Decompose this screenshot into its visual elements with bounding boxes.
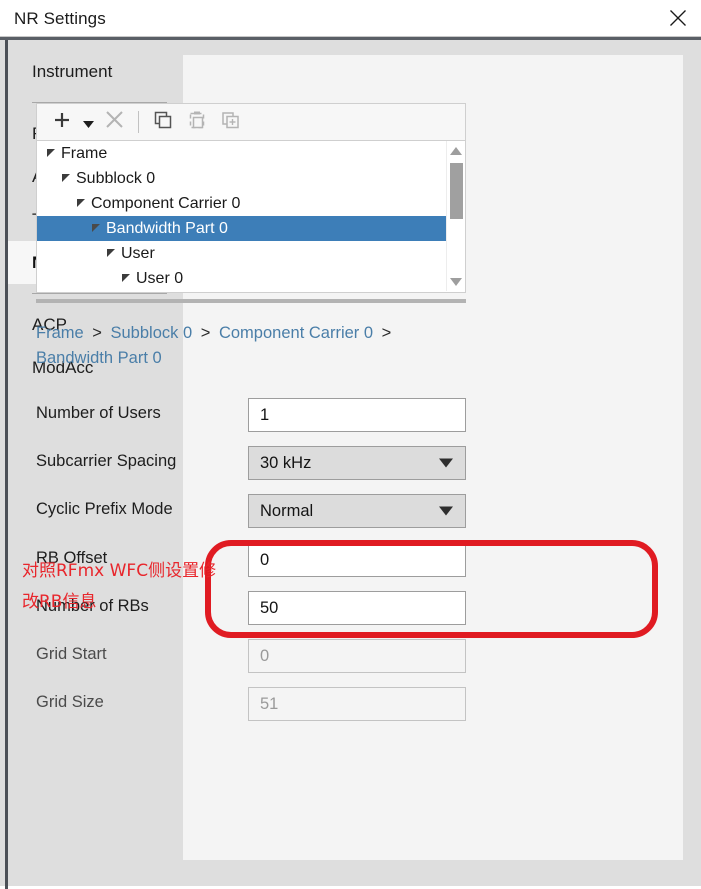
duplicate-button — [214, 106, 248, 138]
window-body: Instrument Frequency Amplitude Trigger N… — [0, 37, 701, 889]
breadcrumb-item-subblock[interactable]: Subblock 0 — [111, 324, 193, 342]
grid-size-input: 51 — [248, 687, 466, 721]
annotation-text: 对照RFmx WFC侧设置修改RB信息 — [22, 561, 217, 612]
sidebar-divider-2 — [32, 293, 167, 294]
window-title: NR Settings — [14, 9, 106, 28]
tree-node-bandwidth-part-0[interactable]: Bandwidth Part 0 — [37, 216, 465, 241]
field-label: Number of Users — [36, 404, 161, 422]
tree-bottom-divider — [36, 299, 466, 303]
form-row-cyclic-prefix-mode: Cyclic Prefix Mode Normal — [36, 494, 466, 528]
scroll-down-button[interactable] — [447, 272, 465, 291]
expander-triangle-icon[interactable] — [75, 199, 88, 208]
number-of-users-input[interactable]: 1 — [248, 398, 466, 432]
close-icon — [669, 9, 687, 27]
add-dropdown-button[interactable] — [79, 106, 97, 138]
breadcrumb-separator: > — [381, 324, 392, 342]
expander-triangle-icon[interactable] — [45, 149, 58, 158]
tree-node-user-0[interactable]: User 0 — [37, 266, 465, 291]
configuration-tree[interactable]: Frame Subblock 0 Component Carrier 0 Ban… — [36, 141, 466, 293]
tree-scrollbar-thumb[interactable] — [450, 163, 463, 219]
tree-node-label: Subblock 0 — [76, 169, 156, 187]
delete-button — [97, 106, 131, 138]
tree-node-label: User 0 — [136, 269, 184, 287]
expander-triangle-icon[interactable] — [120, 274, 133, 283]
sidebar-item-label: Instrument — [32, 61, 113, 81]
expander-triangle-icon[interactable] — [90, 224, 103, 233]
tree-toolbar — [36, 103, 466, 141]
add-button[interactable] — [45, 106, 79, 138]
form-row-grid-size: Grid Size 51 — [36, 687, 466, 721]
field-label: Grid Start — [36, 645, 107, 663]
breadcrumb-item-bandwidth-part[interactable]: Bandwidth Part 0 — [36, 349, 162, 367]
copy-button[interactable] — [146, 106, 180, 138]
chevron-down-icon — [439, 506, 453, 516]
rb-offset-input[interactable]: 0 — [248, 543, 466, 577]
tree-node-label: Component Carrier 0 — [91, 194, 241, 212]
grid-start-input: 0 — [248, 639, 466, 673]
form-row-grid-start: Grid Start 0 — [36, 639, 466, 673]
duplicate-icon — [220, 109, 242, 136]
cyclic-prefix-mode-value: Normal — [260, 501, 314, 520]
breadcrumb: Frame > Subblock 0 > Component Carrier 0… — [36, 321, 466, 371]
tree-node-label: User — [121, 244, 155, 262]
breadcrumb-item-component-carrier[interactable]: Component Carrier 0 — [219, 324, 373, 342]
form-row-subcarrier-spacing: Subcarrier Spacing 30 kHz — [36, 446, 466, 480]
number-of-rbs-input[interactable]: 50 — [248, 591, 466, 625]
tree-node-frame[interactable]: Frame — [37, 141, 465, 166]
chevron-down-icon — [82, 111, 94, 133]
form-row-number-of-users: Number of Users 1 — [36, 398, 466, 432]
paste-button — [180, 106, 214, 138]
expander-triangle-icon[interactable] — [60, 174, 73, 183]
sidebar-item-instrument[interactable]: Instrument — [8, 50, 183, 93]
breadcrumb-separator: > — [200, 324, 211, 342]
title-bar: NR Settings — [0, 0, 701, 37]
scroll-down-arrow-icon — [450, 273, 462, 291]
tree-node-subblock-0[interactable]: Subblock 0 — [37, 166, 465, 191]
field-label: Cyclic Prefix Mode — [36, 500, 173, 518]
tree-node-label: Frame — [61, 144, 108, 162]
field-label: Grid Size — [36, 693, 104, 711]
expander-triangle-icon[interactable] — [105, 249, 118, 258]
cyclic-prefix-mode-select[interactable]: Normal — [248, 494, 466, 528]
tree-node-user[interactable]: User — [37, 241, 465, 266]
breadcrumb-item-frame[interactable]: Frame — [36, 324, 84, 342]
tree-node-component-carrier-0[interactable]: Component Carrier 0 — [37, 191, 465, 216]
field-label: Subcarrier Spacing — [36, 452, 177, 470]
breadcrumb-separator: > — [92, 324, 102, 342]
scroll-up-arrow-icon — [450, 142, 462, 160]
tree-scrollbar[interactable] — [446, 141, 465, 291]
paste-icon — [186, 109, 208, 136]
scroll-up-button[interactable] — [447, 141, 465, 160]
close-button[interactable] — [655, 0, 701, 36]
copy-icon — [152, 109, 174, 136]
chevron-down-icon — [439, 458, 453, 468]
toolbar-separator — [138, 111, 139, 133]
plus-icon — [52, 110, 72, 135]
subcarrier-spacing-value: 30 kHz — [260, 453, 312, 472]
tree-node-label: Bandwidth Part 0 — [106, 219, 228, 237]
close-x-icon — [105, 110, 124, 134]
subcarrier-spacing-select[interactable]: 30 kHz — [248, 446, 466, 480]
